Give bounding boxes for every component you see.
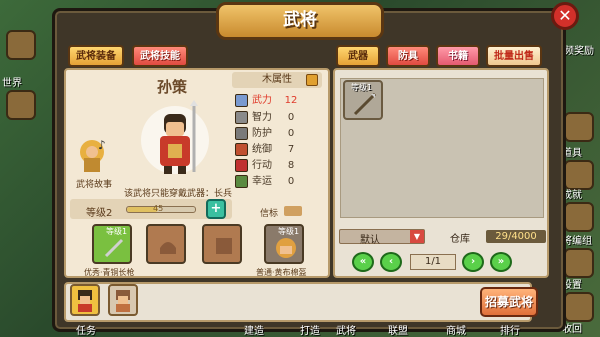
sort-dropdown[interactable]: 默认 ▼ [339,229,425,246]
nav-task[interactable]: 任务 [76,322,96,337]
attr-value: 8 [287,160,295,171]
music-note-icon: ♪ [98,138,106,152]
attr-label: 幸运 [252,176,272,187]
attr-label: 防护 [252,128,272,139]
attr-value: 0 [287,112,295,123]
hero-avatar [78,290,92,312]
tab-armor[interactable]: 防具 [386,45,430,67]
roster-hero-2[interactable] [108,284,138,316]
armor-helmet-icon [276,238,296,258]
equip-slot-book[interactable] [202,224,242,264]
collapse-icon[interactable] [564,292,594,322]
level-label: 等级2 [86,208,113,219]
props-icon[interactable] [564,112,594,142]
sort-value: 默认 [360,235,380,246]
spear-icon [353,92,377,116]
menu-tile-2[interactable] [6,90,36,120]
tab-hero-equipment[interactable]: 武将装备 [68,45,124,67]
nav-build[interactable]: 建造 [244,322,264,337]
warehouse-count: 29/4000 [486,230,546,243]
close-button[interactable]: ✕ [551,2,579,30]
tab-weapon[interactable]: 武器 [336,45,380,67]
attr-label: 武力 [252,95,272,106]
intelligence-icon [235,111,248,124]
hero-avatar [116,290,130,312]
weapon-restriction-note: 该武将只能穿戴武器：长兵 [124,189,233,199]
hero-group-icon[interactable] [564,202,594,232]
nav-forge[interactable]: 打造 [300,322,320,337]
attr-row-defense: 防护 0 [235,127,319,141]
attr-label: 智力 [252,112,272,123]
fame-icon [284,206,302,216]
luck-icon [235,175,248,188]
tab-bulk-sell[interactable]: 批量出售 [486,45,542,67]
equip-slot-helmet[interactable] [146,224,186,264]
page-indicator: 1/1 [410,254,456,270]
equip-slot-weapon[interactable]: 等级1 [92,224,132,264]
attr-row-intelligence: 智力 0 [235,111,319,125]
hero-story-label[interactable]: 武将故事 [76,177,112,190]
settings-icon[interactable] [564,248,594,278]
roster-hero-1[interactable] [70,284,100,316]
helmet-silhouette-icon [160,242,176,254]
attr-value: 0 [287,128,295,139]
level-progress-text: 45 [153,204,164,213]
book-silhouette-icon [216,238,232,254]
menu-tile-1[interactable] [6,30,36,60]
spear-icon [104,238,124,258]
next-page-button[interactable]: › [462,252,484,272]
inventory-item[interactable]: 等级1 [343,80,383,120]
nav-shop[interactable]: 商城 [446,322,466,337]
attr-label: 统御 [252,144,272,155]
attr-value: 0 [287,176,295,187]
attr-row-command: 统御 7 [235,143,319,157]
equip-slot-armor[interactable]: 等级1 [264,224,304,264]
attr-row-action: 行动 8 [235,159,319,173]
attr-value: 7 [287,144,295,155]
window-title: 武将 [216,2,384,40]
equip-caption-armor: 普通·黄布棉盔 [256,268,307,277]
world-label[interactable]: 世界 [2,74,22,89]
attr-row-luck: 幸运 0 [235,175,319,189]
attr-value: 12 [284,95,298,106]
hero-name: 孙策 [157,78,188,96]
hero-portrait [141,100,209,174]
attr-label: 行动 [252,160,272,171]
tab-books[interactable]: 书籍 [436,45,480,67]
nav-hero[interactable]: 武将 [336,322,356,337]
upgrade-button[interactable]: + [206,199,226,219]
chevron-down-icon[interactable]: ▼ [410,230,424,243]
tab-hero-skill[interactable]: 武将技能 [132,45,188,67]
defense-icon [235,127,248,140]
warehouse-label: 仓库 [450,234,470,245]
nav-rank[interactable]: 排行 [500,322,520,337]
warehouse-info: 仓库 29/4000 [450,230,546,245]
prev-page-button[interactable]: ‹ [380,252,402,272]
attribute-info-icon[interactable] [306,74,318,86]
fame-label: 信标 [260,209,279,219]
action-icon [235,159,248,172]
attr-row-force: 武力 12 [235,94,319,108]
force-icon [235,94,248,107]
first-page-button[interactable]: « [352,252,374,272]
equip-caption-weapon: 优秀·青铜长枪 [84,268,135,277]
nav-alliance[interactable]: 联盟 [388,322,408,337]
last-page-button[interactable]: » [490,252,512,272]
command-icon [235,143,248,156]
recruit-hero-button[interactable]: 招募武将 [480,287,538,317]
